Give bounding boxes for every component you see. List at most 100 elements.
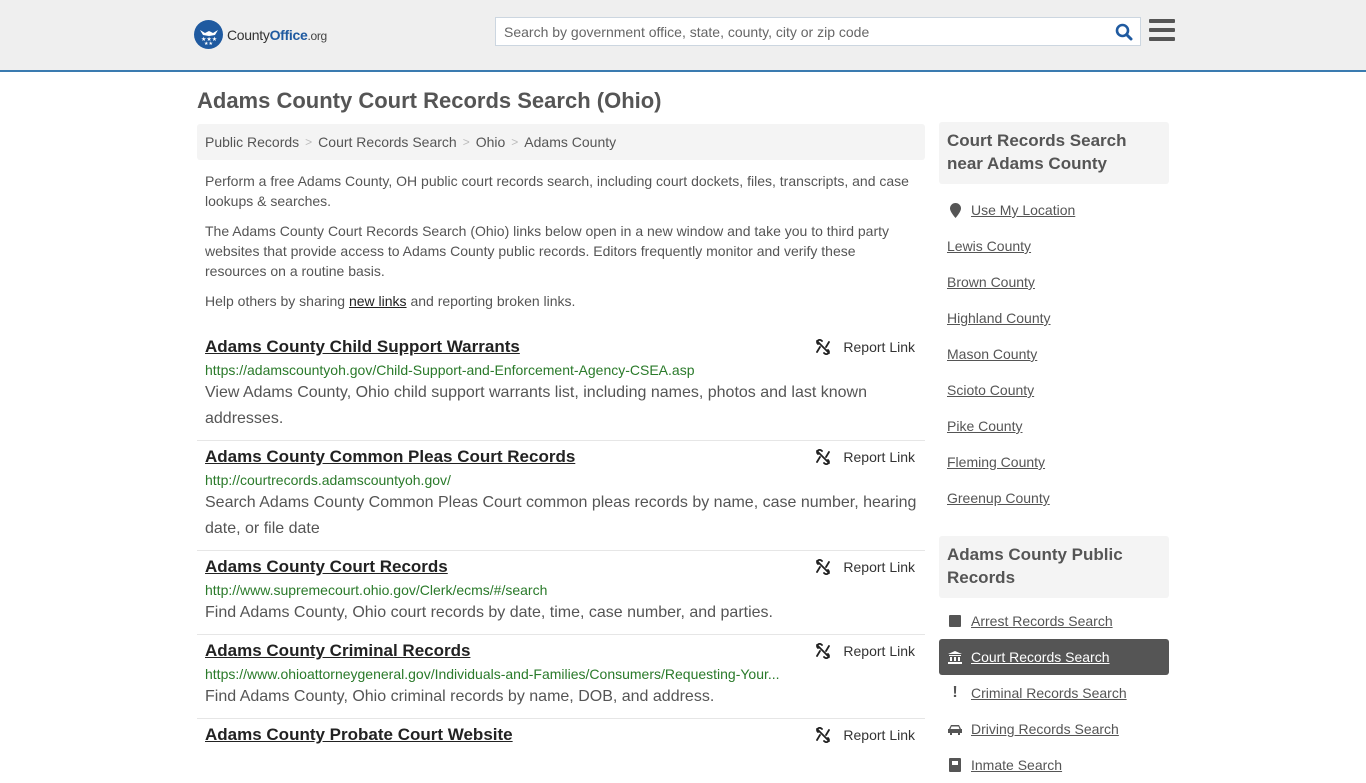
search-input[interactable]	[496, 18, 1108, 45]
intro-text: Perform a free Adams County, OH public c…	[197, 171, 925, 311]
result-url-link[interactable]: http://courtrecords.adamscountyoh.gov/	[205, 470, 785, 490]
court-records-link[interactable]: Court Records Search	[971, 649, 1110, 665]
public-record-item-criminal[interactable]: ! Criminal Records Search	[939, 675, 1169, 711]
nearby-county-link[interactable]: Mason County	[947, 346, 1037, 362]
result-url-link[interactable]: https://adamscountyoh.gov/Child-Support-…	[205, 360, 785, 380]
result-description: Find Adams County, Ohio court records by…	[205, 604, 773, 621]
result-item: Adams County Child Support Warrants http…	[197, 331, 925, 441]
search-bar	[495, 17, 1141, 46]
arrest-records-link[interactable]: Arrest Records Search	[971, 613, 1113, 629]
breadcrumb: Public Records > Court Records Search > …	[197, 124, 925, 160]
use-location-item[interactable]: Use My Location	[939, 192, 1169, 228]
result-title-link[interactable]: Adams County Probate Court Website	[205, 719, 917, 747]
result-item: Adams County Probate Court Website Repor…	[197, 719, 925, 747]
result-title-link[interactable]: Adams County Court Records	[205, 551, 917, 579]
courthouse-icon	[947, 650, 963, 664]
nearby-county-item[interactable]: Pike County	[939, 408, 1169, 444]
nearby-county-link[interactable]: Brown County	[947, 274, 1035, 290]
logo-text-county: County	[227, 26, 270, 43]
inmate-search-link[interactable]: Inmate Search	[971, 757, 1062, 773]
nearby-county-link[interactable]: Pike County	[947, 418, 1022, 434]
broken-link-icon	[816, 727, 831, 743]
breadcrumb-court-records-search[interactable]: Court Records Search	[318, 134, 457, 150]
logo-text-org: .org	[307, 28, 327, 43]
breadcrumb-ohio[interactable]: Ohio	[476, 134, 506, 150]
breadcrumb-separator-icon: >	[305, 135, 313, 149]
report-link-button[interactable]: Report Link	[815, 339, 915, 355]
nearby-heading: Court Records Search near Adams County	[939, 122, 1169, 184]
public-records-list: Arrest Records Search Court Records Sear…	[939, 603, 1169, 783]
search-button[interactable]	[1108, 18, 1140, 45]
nearby-county-link[interactable]: Greenup County	[947, 490, 1050, 506]
result-url-link[interactable]: https://www.ohioattorneygeneral.gov/Indi…	[205, 664, 785, 684]
result-description: Find Adams County, Ohio criminal records…	[205, 688, 715, 705]
intro-paragraph: Perform a free Adams County, OH public c…	[205, 173, 909, 209]
share-text-after: and reporting broken links.	[406, 293, 576, 309]
share-text-before: Help others by sharing	[205, 293, 349, 309]
result-item: Adams County Criminal Records https://ww…	[197, 635, 925, 719]
criminal-records-link[interactable]: Criminal Records Search	[971, 685, 1127, 701]
result-title-link[interactable]: Adams County Common Pleas Court Records	[205, 441, 917, 469]
nearby-county-item[interactable]: Mason County	[939, 336, 1169, 372]
nearby-county-item[interactable]: Highland County	[939, 300, 1169, 336]
car-icon	[947, 724, 963, 735]
result-item: Adams County Court Records http://www.su…	[197, 551, 925, 635]
report-link-button[interactable]: Report Link	[815, 559, 915, 575]
main-content: Public Records > Court Records Search > …	[197, 124, 925, 747]
nearby-list: Use My Location Lewis County Brown Count…	[939, 192, 1169, 516]
report-link-button[interactable]: Report Link	[815, 643, 915, 659]
exclamation-icon: !	[952, 684, 958, 701]
nearby-county-item[interactable]: Fleming County	[939, 444, 1169, 480]
breadcrumb-separator-icon: >	[511, 135, 519, 149]
hamburger-menu-button[interactable]	[1149, 19, 1175, 41]
public-record-item-arrest[interactable]: Arrest Records Search	[939, 603, 1169, 639]
square-icon	[947, 615, 963, 627]
site-logo[interactable]: ★★★ ★★ CountyOffice.org	[194, 20, 327, 49]
sidebar: Court Records Search near Adams County U…	[939, 122, 1169, 783]
nearby-county-item[interactable]: Brown County	[939, 264, 1169, 300]
nearby-county-item[interactable]: Lewis County	[939, 228, 1169, 264]
driving-records-link[interactable]: Driving Records Search	[971, 721, 1119, 737]
search-icon	[1115, 23, 1133, 40]
results-list: Adams County Child Support Warrants http…	[197, 331, 925, 747]
report-link-button[interactable]: Report Link	[815, 449, 915, 465]
nearby-county-link[interactable]: Highland County	[947, 310, 1051, 326]
disclaimer-paragraph: The Adams County Court Records Search (O…	[205, 223, 890, 279]
logo-wordmark: CountyOffice.org	[227, 27, 327, 43]
public-record-item-court[interactable]: Court Records Search	[939, 639, 1169, 675]
new-links-link[interactable]: new links	[349, 293, 407, 309]
report-link-label: Report Link	[843, 449, 915, 465]
nearby-county-link[interactable]: Lewis County	[947, 238, 1031, 254]
breadcrumb-public-records[interactable]: Public Records	[205, 134, 299, 150]
nearby-county-item[interactable]: Greenup County	[939, 480, 1169, 516]
nearby-county-link[interactable]: Fleming County	[947, 454, 1045, 470]
top-header: ★★★ ★★ CountyOffice.org	[0, 0, 1366, 72]
result-description: View Adams County, Ohio child support wa…	[205, 384, 867, 427]
broken-link-icon	[816, 643, 831, 659]
menu-bar-icon	[1149, 19, 1175, 23]
logo-text-office: Office	[269, 26, 308, 43]
map-marker-icon	[947, 202, 963, 218]
public-record-item-inmate[interactable]: Inmate Search	[939, 747, 1169, 783]
public-records-heading: Adams County Public Records	[939, 536, 1169, 598]
broken-link-icon	[816, 559, 831, 575]
public-record-item-driving[interactable]: Driving Records Search	[939, 711, 1169, 747]
report-link-label: Report Link	[843, 727, 915, 743]
result-item: Adams County Common Pleas Court Records …	[197, 441, 925, 551]
result-title-link[interactable]: Adams County Criminal Records	[205, 635, 917, 663]
share-links-paragraph: Help others by sharing new links and rep…	[205, 291, 917, 311]
eagle-logo-icon: ★★★ ★★	[194, 20, 223, 49]
use-my-location-link[interactable]: Use My Location	[971, 202, 1075, 218]
report-link-button[interactable]: Report Link	[815, 727, 915, 743]
result-url-link[interactable]: http://www.supremecourt.ohio.gov/Clerk/e…	[205, 580, 785, 600]
page-title: Adams County Court Records Search (Ohio)	[197, 88, 662, 113]
breadcrumb-adams-county[interactable]: Adams County	[524, 134, 616, 150]
report-link-label: Report Link	[843, 339, 915, 355]
report-link-label: Report Link	[843, 643, 915, 659]
nearby-county-link[interactable]: Scioto County	[947, 382, 1034, 398]
nearby-county-item[interactable]: Scioto County	[939, 372, 1169, 408]
broken-link-icon	[816, 449, 831, 465]
report-link-label: Report Link	[843, 559, 915, 575]
result-title-link[interactable]: Adams County Child Support Warrants	[205, 331, 917, 359]
menu-bar-icon	[1149, 37, 1175, 41]
